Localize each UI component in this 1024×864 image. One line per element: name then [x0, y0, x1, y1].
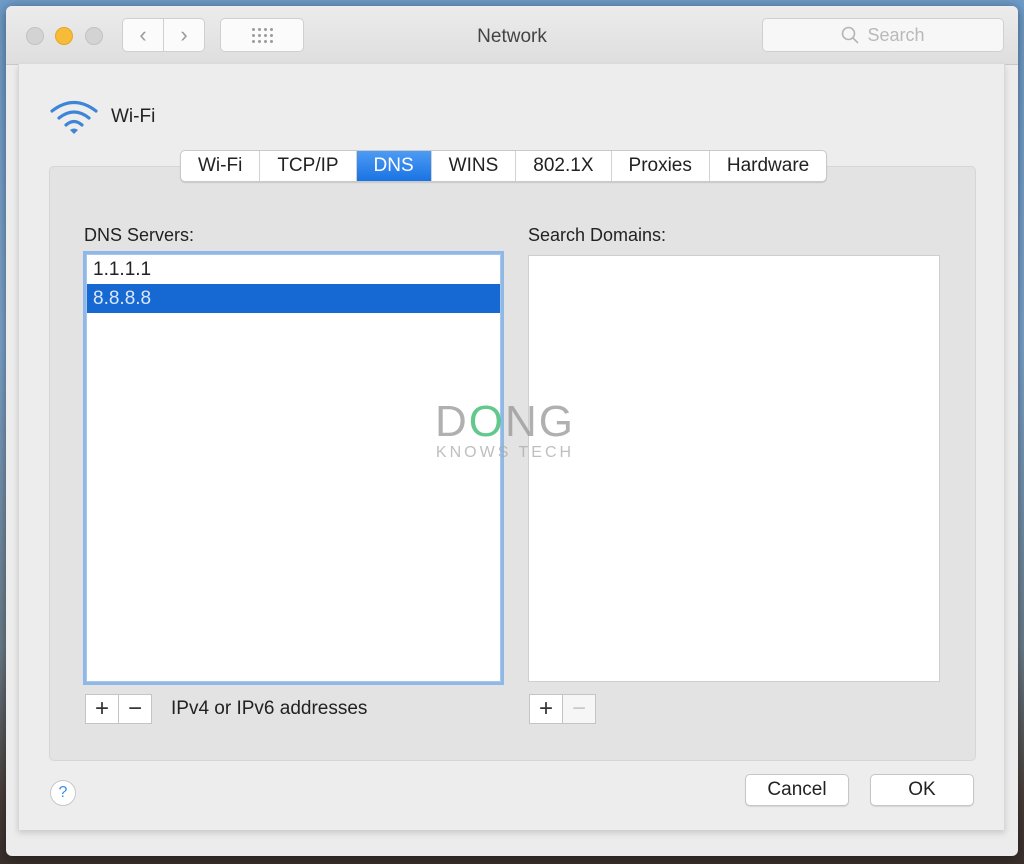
- search-domains-list[interactable]: [528, 255, 940, 682]
- remove-search-domain-button[interactable]: −: [563, 694, 596, 724]
- tab-wins[interactable]: WINS: [432, 151, 517, 181]
- title-bar: ‹ › Network Search: [6, 6, 1018, 65]
- advanced-settings-sheet: Wi-Fi Wi-Fi TCP/IP DNS WINS 802.1X Proxi…: [18, 64, 1005, 830]
- search-domains-controls: + −: [529, 694, 596, 724]
- ok-button[interactable]: OK: [870, 774, 974, 806]
- add-search-domain-button[interactable]: +: [529, 694, 563, 724]
- network-preferences-window: ‹ › Network Search Wi-Fi Wi-Fi TCP/IP DN…: [6, 6, 1018, 856]
- dns-servers-hint: IPv4 or IPv6 addresses: [171, 698, 368, 719]
- add-dns-server-button[interactable]: +: [85, 694, 119, 724]
- tab-wifi[interactable]: Wi-Fi: [181, 151, 261, 181]
- settings-tabs: Wi-Fi TCP/IP DNS WINS 802.1X Proxies Har…: [180, 150, 828, 182]
- dns-servers-controls: + −: [85, 694, 152, 724]
- dns-servers-label: DNS Servers:: [84, 225, 195, 245]
- search-icon: [842, 26, 860, 44]
- search-placeholder: Search: [867, 24, 925, 45]
- tab-proxies[interactable]: Proxies: [612, 151, 710, 181]
- remove-dns-server-button[interactable]: −: [119, 694, 152, 724]
- dns-servers-list[interactable]: 1.1.1.1 8.8.8.8: [86, 254, 501, 682]
- tab-8021x[interactable]: 802.1X: [516, 151, 612, 181]
- wifi-icon: [50, 100, 98, 134]
- interface-header: Wi-Fi: [49, 98, 155, 136]
- search-domains-label: Search Domains:: [528, 225, 667, 245]
- tab-hardware[interactable]: Hardware: [710, 151, 826, 181]
- tab-dns[interactable]: DNS: [356, 151, 432, 181]
- tab-tcpip[interactable]: TCP/IP: [260, 151, 357, 181]
- interface-name: Wi-Fi: [111, 106, 156, 127]
- help-button[interactable]: ?: [50, 780, 76, 806]
- dns-server-row-selected[interactable]: 8.8.8.8: [87, 284, 500, 313]
- cancel-button[interactable]: Cancel: [745, 774, 849, 806]
- search-field[interactable]: Search: [762, 18, 1004, 52]
- dns-server-row[interactable]: 1.1.1.1: [87, 255, 500, 284]
